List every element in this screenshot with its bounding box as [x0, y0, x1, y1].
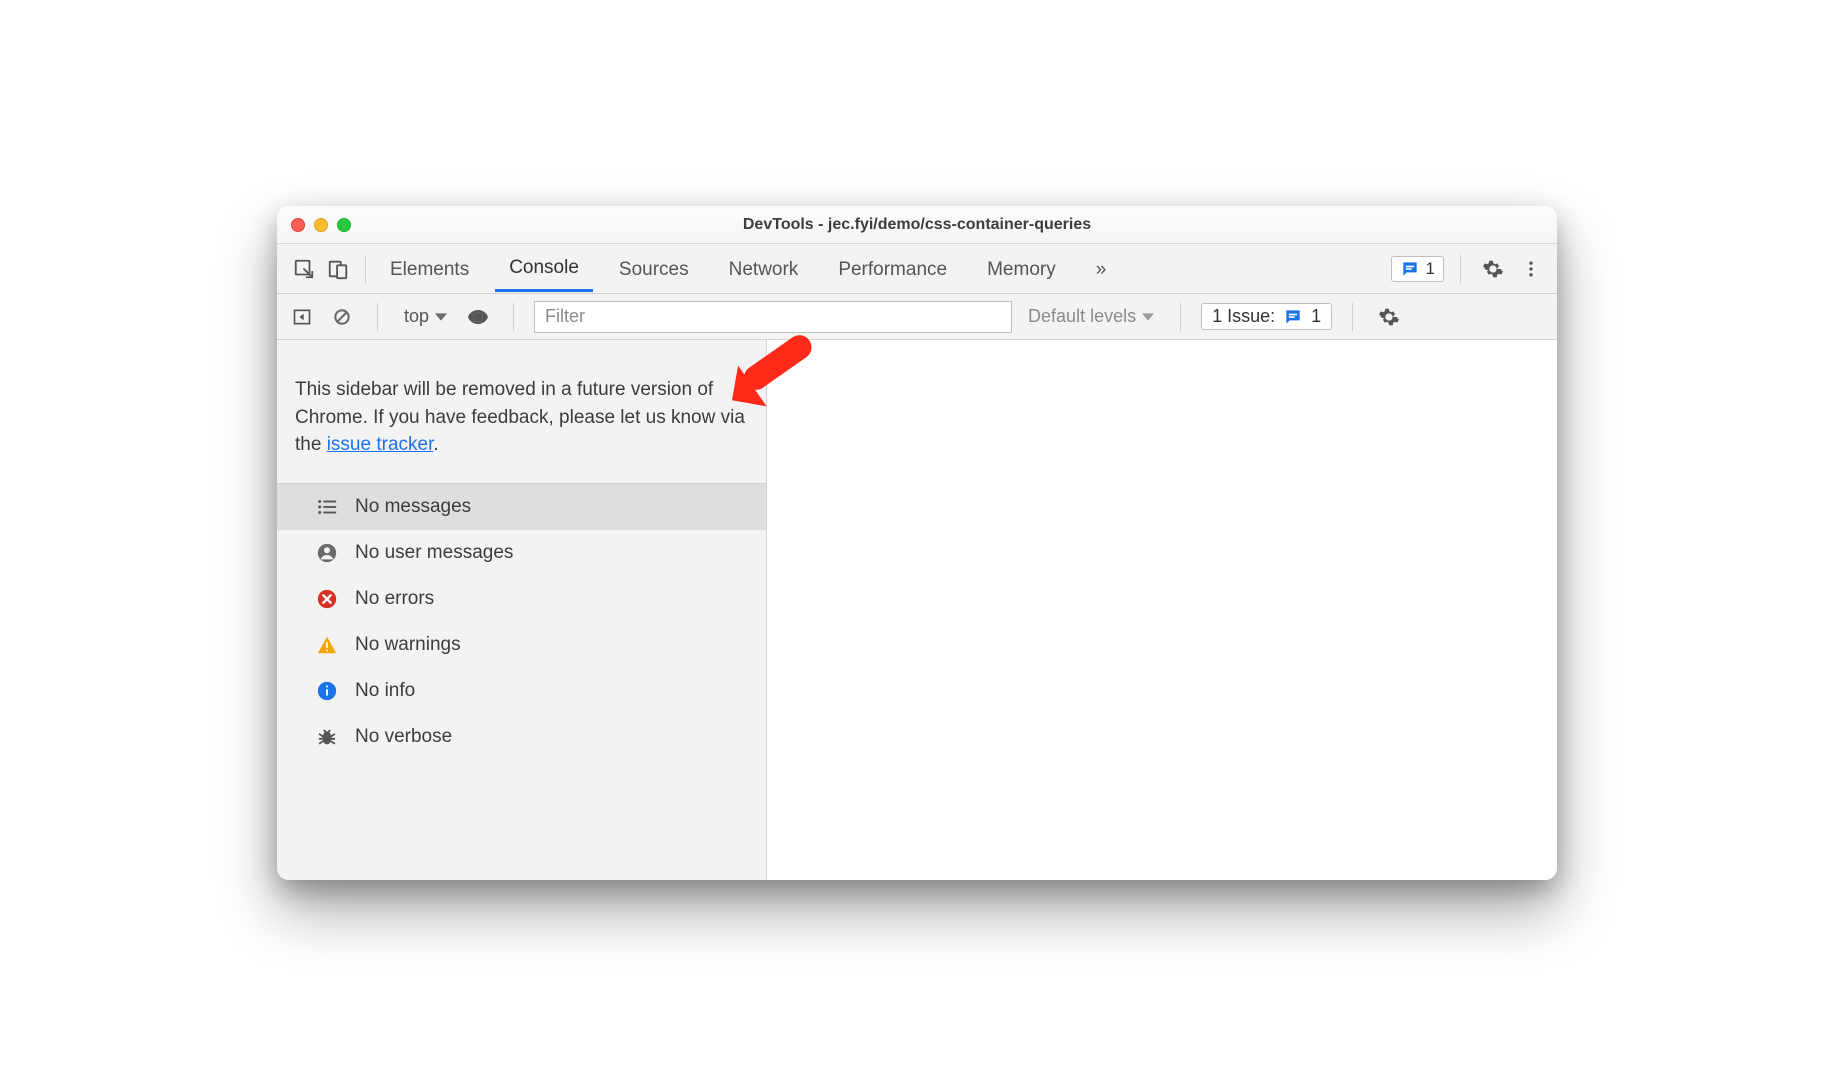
console-prompt-icon: ›	[785, 350, 797, 374]
tab-network[interactable]: Network	[715, 247, 813, 291]
filter-user-messages[interactable]: No user messages	[277, 530, 766, 576]
filter-messages[interactable]: No messages	[277, 484, 766, 530]
filter-label: No verbose	[355, 726, 452, 748]
tab-sources[interactable]: Sources	[605, 247, 703, 291]
dropdown-triangle-icon	[1142, 311, 1154, 323]
filter-input[interactable]	[534, 301, 1012, 333]
inspect-element-icon[interactable]	[287, 252, 321, 286]
error-icon	[315, 587, 339, 611]
levels-label: Default levels	[1028, 306, 1136, 327]
messages-badge[interactable]: 1	[1391, 256, 1444, 282]
issues-label: 1 Issue:	[1212, 306, 1275, 327]
toggle-sidebar-icon[interactable]	[287, 302, 317, 332]
filter-verbose[interactable]: No verbose	[277, 714, 766, 760]
messages-count: 1	[1426, 259, 1435, 279]
context-label: top	[404, 306, 429, 327]
issue-tracker-link[interactable]: issue tracker	[327, 434, 434, 455]
minimize-window-button[interactable]	[314, 218, 328, 232]
user-icon	[315, 541, 339, 565]
warning-icon	[315, 633, 339, 657]
more-icon[interactable]	[1515, 253, 1547, 285]
chat-icon	[1400, 259, 1420, 279]
tab-performance[interactable]: Performance	[824, 247, 961, 291]
live-expression-icon[interactable]	[463, 302, 493, 332]
tab-memory[interactable]: Memory	[973, 247, 1070, 291]
sidebar-filter-list: No messages No user messages No errors	[277, 484, 766, 760]
log-levels-selector[interactable]: Default levels	[1022, 306, 1160, 327]
bug-icon	[315, 725, 339, 749]
console-output[interactable]: ›	[767, 340, 1557, 880]
close-window-button[interactable]	[291, 218, 305, 232]
filter-label: No errors	[355, 588, 434, 610]
info-icon	[315, 679, 339, 703]
dropdown-triangle-icon	[435, 311, 447, 323]
chat-icon	[1283, 307, 1303, 327]
filter-label: No warnings	[355, 634, 461, 656]
issues-chip[interactable]: 1 Issue: 1	[1201, 303, 1332, 330]
list-icon	[315, 495, 339, 519]
filter-label: No info	[355, 680, 415, 702]
filter-info[interactable]: No info	[277, 668, 766, 714]
separator	[1180, 303, 1181, 331]
console-body: This sidebar will be removed in a future…	[277, 340, 1557, 880]
filter-errors[interactable]: No errors	[277, 576, 766, 622]
main-tabbar: Elements Console Sources Network Perform…	[277, 244, 1557, 294]
window-controls	[291, 218, 351, 232]
filter-label: No user messages	[355, 542, 513, 564]
tab-elements[interactable]: Elements	[376, 247, 483, 291]
separator	[365, 255, 366, 283]
devtools-window: DevTools - jec.fyi/demo/css-container-qu…	[277, 206, 1557, 880]
clear-console-icon[interactable]	[327, 302, 357, 332]
console-sidebar: This sidebar will be removed in a future…	[277, 340, 767, 880]
device-toolbar-icon[interactable]	[321, 252, 355, 286]
maximize-window-button[interactable]	[337, 218, 351, 232]
settings-icon[interactable]	[1477, 253, 1509, 285]
deprecation-notice: This sidebar will be removed in a future…	[277, 340, 766, 484]
separator	[377, 303, 378, 331]
tabs-overflow-button[interactable]: »	[1082, 247, 1121, 291]
issues-count: 1	[1311, 306, 1321, 327]
separator	[513, 303, 514, 331]
console-settings-icon[interactable]	[1373, 301, 1405, 333]
filter-warnings[interactable]: No warnings	[277, 622, 766, 668]
titlebar: DevTools - jec.fyi/demo/css-container-qu…	[277, 206, 1557, 244]
window-title: DevTools - jec.fyi/demo/css-container-qu…	[277, 216, 1557, 234]
separator	[1352, 303, 1353, 331]
filter-label: No messages	[355, 496, 471, 518]
context-selector[interactable]: top	[398, 304, 453, 329]
tab-console[interactable]: Console	[495, 245, 593, 292]
separator	[1460, 255, 1461, 283]
tabs: Elements Console Sources Network Perform…	[376, 245, 1120, 292]
console-toolbar: top Default levels 1 Issue: 1	[277, 294, 1557, 340]
